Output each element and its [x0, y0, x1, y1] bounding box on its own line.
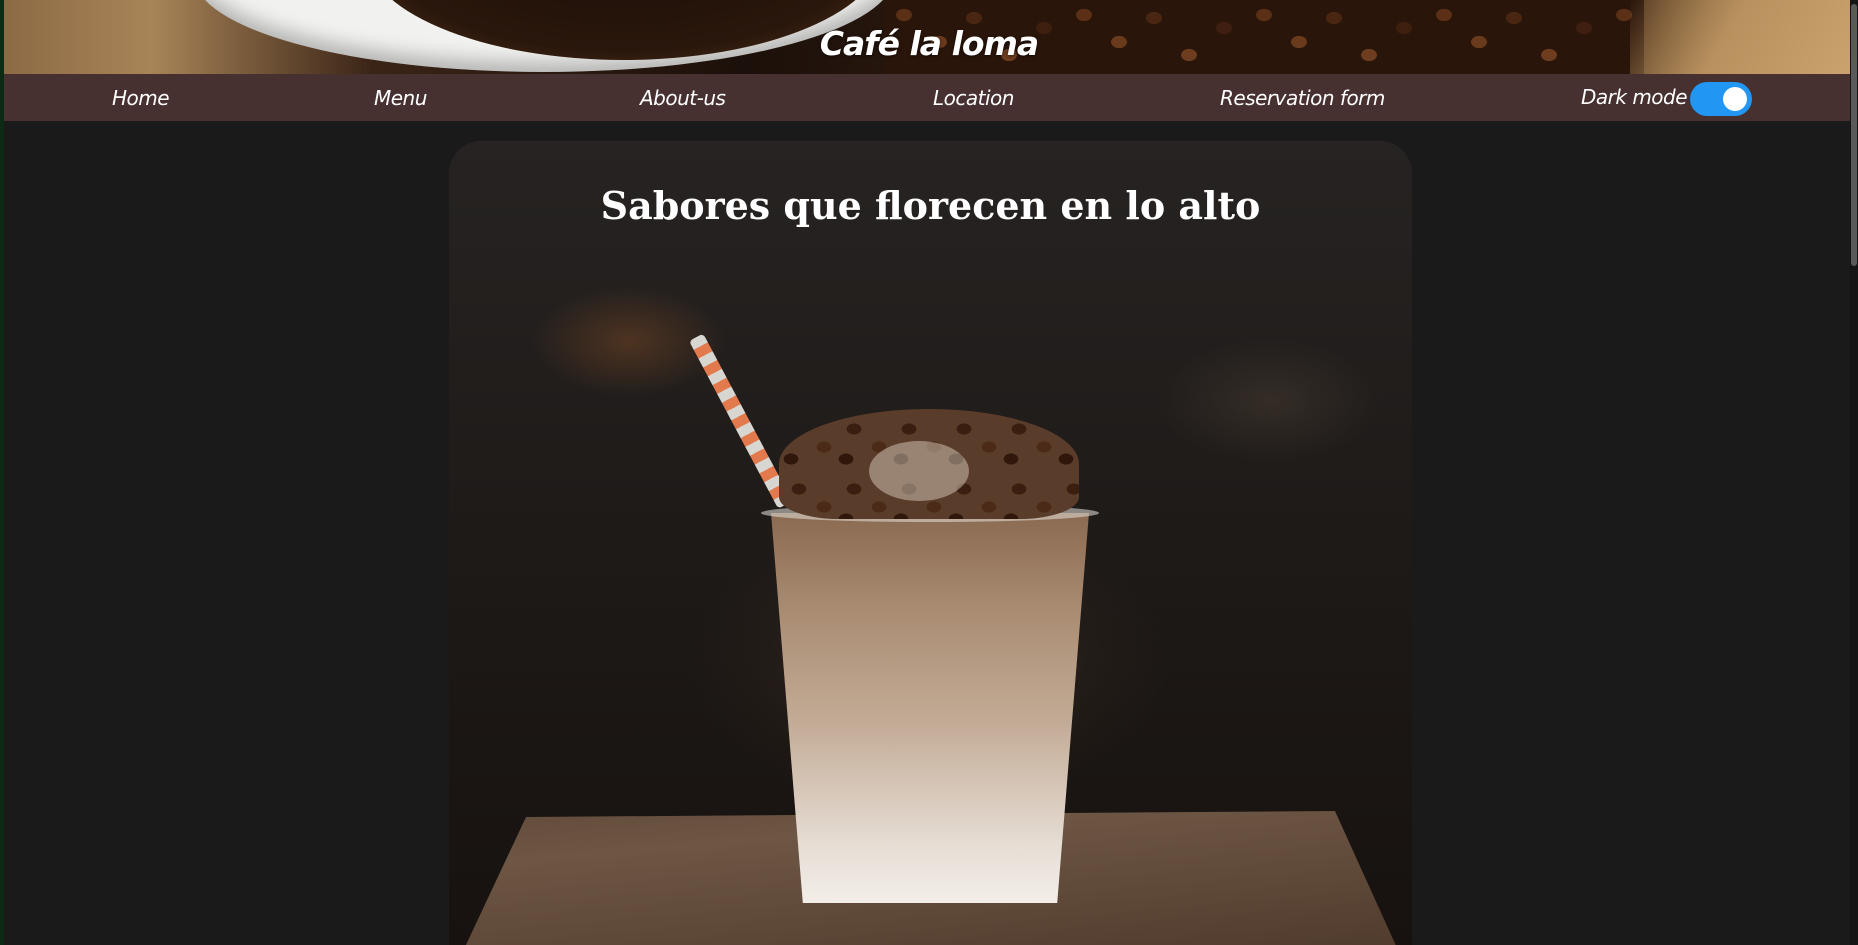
page-scrollbar[interactable]	[1850, 0, 1858, 945]
scrollbar-thumb[interactable]	[1851, 4, 1857, 266]
dark-mode-label: Dark mode	[1581, 85, 1688, 109]
nav-link-about-us[interactable]: About-us	[640, 86, 726, 110]
hero-title: Sabores que florecen en lo alto	[600, 183, 1261, 228]
window-edge	[0, 0, 4, 945]
toggle-knob	[1723, 87, 1747, 111]
nav-link-location[interactable]: Location	[933, 86, 1014, 110]
nav-link-reservation-form[interactable]: Reservation form	[1220, 86, 1385, 110]
dark-mode-toggle[interactable]	[1690, 82, 1752, 116]
nav-link-menu[interactable]: Menu	[374, 86, 427, 110]
iced-coffee-cup	[771, 513, 1089, 903]
hero-card: Sabores que florecen en lo alto	[449, 141, 1412, 945]
nav-link-home[interactable]: Home	[112, 86, 170, 110]
whipped-cream	[869, 441, 969, 501]
main-navbar: Home Menu About-us Location Reservation …	[4, 74, 1850, 121]
striped-straw	[689, 333, 793, 509]
site-title: Café la loma	[819, 24, 1039, 63]
